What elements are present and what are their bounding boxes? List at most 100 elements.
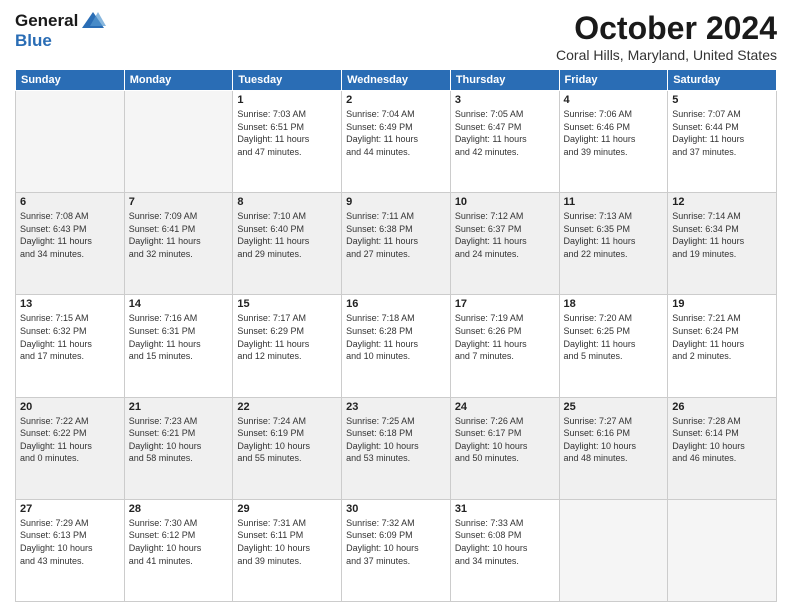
weekday-header: Saturday [668, 70, 777, 91]
day-info: Sunrise: 7:03 AMSunset: 6:51 PMDaylight:… [237, 108, 337, 158]
day-number: 9 [346, 196, 446, 208]
calendar-week-row: 20 Sunrise: 7:22 AMSunset: 6:22 PMDayligh… [16, 397, 777, 499]
day-number: 23 [346, 401, 446, 413]
calendar-cell: 21 Sunrise: 7:23 AMSunset: 6:21 PMDayligh… [124, 397, 233, 499]
day-info: Sunrise: 7:05 AMSunset: 6:47 PMDaylight:… [455, 108, 555, 158]
calendar-cell [668, 499, 777, 601]
calendar-cell: 12Sunrise: 7:14 AMSunset: 6:34 PMDayligh… [668, 193, 777, 295]
day-info: Sunrise: 7:27 AMSunset: 6:16 PMDaylight:… [564, 415, 664, 465]
calendar-cell: 30Sunrise: 7:32 AMSunset: 6:09 PMDayligh… [342, 499, 451, 601]
day-info: Sunrise: 7:20 AMSunset: 6:25 PMDaylight:… [564, 312, 664, 362]
day-info: Sunrise: 7:24 AMSunset: 6:19 PMDaylight:… [237, 415, 337, 465]
day-number: 10 [455, 196, 555, 208]
day-info: Sunrise: 7:22 AMSunset: 6:22 PMDaylight:… [20, 415, 120, 465]
day-number: 29 [237, 503, 337, 515]
day-info: Sunrise: 7:19 AMSunset: 6:26 PMDaylight:… [455, 312, 555, 362]
calendar-cell: 4 Sunrise: 7:06 AMSunset: 6:46 PMDaylight… [559, 91, 668, 193]
calendar-week-row: 27 Sunrise: 7:29 AMSunset: 6:13 PMDayligh… [16, 499, 777, 601]
month-title: October 2024 [556, 10, 777, 47]
calendar-cell: 24 Sunrise: 7:26 AMSunset: 6:17 PMDayligh… [450, 397, 559, 499]
calendar-cell: 23 Sunrise: 7:25 AMSunset: 6:18 PMDayligh… [342, 397, 451, 499]
day-info: Sunrise: 7:08 AMSunset: 6:43 PMDaylight:… [20, 210, 120, 260]
location: Coral Hills, Maryland, United States [556, 47, 777, 63]
weekday-header: Tuesday [233, 70, 342, 91]
day-number: 5 [672, 94, 772, 106]
day-number: 25 [564, 401, 664, 413]
day-number: 15 [237, 298, 337, 310]
day-number: 24 [455, 401, 555, 413]
day-number: 18 [564, 298, 664, 310]
calendar-cell: 2 Sunrise: 7:04 AMSunset: 6:49 PMDaylight… [342, 91, 451, 193]
calendar-cell [124, 91, 233, 193]
weekday-header: Friday [559, 70, 668, 91]
day-number: 27 [20, 503, 120, 515]
day-number: 17 [455, 298, 555, 310]
calendar-cell: 3 Sunrise: 7:05 AMSunset: 6:47 PMDaylight… [450, 91, 559, 193]
day-info: Sunrise: 7:13 AMSunset: 6:35 PMDaylight:… [564, 210, 664, 260]
day-number: 26 [672, 401, 772, 413]
day-number: 16 [346, 298, 446, 310]
day-number: 20 [20, 401, 120, 413]
calendar-cell: 6Sunrise: 7:08 AMSunset: 6:43 PMDaylight… [16, 193, 125, 295]
calendar-week-row: 13Sunrise: 7:15 AMSunset: 6:32 PMDayligh… [16, 295, 777, 397]
logo-blue: Blue [15, 32, 106, 51]
day-number: 3 [455, 94, 555, 106]
weekday-header: Thursday [450, 70, 559, 91]
day-number: 21 [129, 401, 229, 413]
calendar-cell: 18 Sunrise: 7:20 AMSunset: 6:25 PMDayligh… [559, 295, 668, 397]
calendar-cell: 16 Sunrise: 7:18 AMSunset: 6:28 PMDayligh… [342, 295, 451, 397]
logo: General Blue [15, 10, 106, 51]
day-number: 11 [564, 196, 664, 208]
calendar-cell: 10 Sunrise: 7:12 AMSunset: 6:37 PMDayligh… [450, 193, 559, 295]
day-number: 31 [455, 503, 555, 515]
calendar-cell: 15 Sunrise: 7:17 AMSunset: 6:29 PMDayligh… [233, 295, 342, 397]
page: General Blue October 2024 Coral Hills, M… [0, 0, 792, 612]
day-info: Sunrise: 7:25 AMSunset: 6:18 PMDaylight:… [346, 415, 446, 465]
day-number: 1 [237, 94, 337, 106]
calendar-cell [16, 91, 125, 193]
calendar-cell: 26Sunrise: 7:28 AMSunset: 6:14 PMDayligh… [668, 397, 777, 499]
logo-icon [80, 10, 106, 32]
calendar-cell: 22 Sunrise: 7:24 AMSunset: 6:19 PMDayligh… [233, 397, 342, 499]
calendar-cell: 17 Sunrise: 7:19 AMSunset: 6:26 PMDayligh… [450, 295, 559, 397]
calendar-cell: 5 Sunrise: 7:07 AMSunset: 6:44 PMDaylight… [668, 91, 777, 193]
day-number: 12 [672, 196, 772, 208]
day-info: Sunrise: 7:17 AMSunset: 6:29 PMDaylight:… [237, 312, 337, 362]
calendar-cell: 14 Sunrise: 7:16 AMSunset: 6:31 PMDayligh… [124, 295, 233, 397]
calendar-week-row: 6Sunrise: 7:08 AMSunset: 6:43 PMDaylight… [16, 193, 777, 295]
day-number: 30 [346, 503, 446, 515]
calendar-cell: 9Sunrise: 7:11 AMSunset: 6:38 PMDaylight… [342, 193, 451, 295]
day-number: 8 [237, 196, 337, 208]
day-number: 13 [20, 298, 120, 310]
day-number: 28 [129, 503, 229, 515]
day-info: Sunrise: 7:26 AMSunset: 6:17 PMDaylight:… [455, 415, 555, 465]
day-number: 7 [129, 196, 229, 208]
day-info: Sunrise: 7:06 AMSunset: 6:46 PMDaylight:… [564, 108, 664, 158]
header-row: SundayMondayTuesdayWednesdayThursdayFrid… [16, 70, 777, 91]
weekday-header: Wednesday [342, 70, 451, 91]
weekday-header: Sunday [16, 70, 125, 91]
calendar-cell [559, 499, 668, 601]
day-number: 22 [237, 401, 337, 413]
day-info: Sunrise: 7:07 AMSunset: 6:44 PMDaylight:… [672, 108, 772, 158]
day-number: 14 [129, 298, 229, 310]
day-info: Sunrise: 7:04 AMSunset: 6:49 PMDaylight:… [346, 108, 446, 158]
calendar-table: SundayMondayTuesdayWednesdayThursdayFrid… [15, 69, 777, 602]
day-number: 2 [346, 94, 446, 106]
day-info: Sunrise: 7:16 AMSunset: 6:31 PMDaylight:… [129, 312, 229, 362]
day-info: Sunrise: 7:18 AMSunset: 6:28 PMDaylight:… [346, 312, 446, 362]
day-info: Sunrise: 7:09 AMSunset: 6:41 PMDaylight:… [129, 210, 229, 260]
day-info: Sunrise: 7:12 AMSunset: 6:37 PMDaylight:… [455, 210, 555, 260]
calendar-cell: 1 Sunrise: 7:03 AMSunset: 6:51 PMDaylight… [233, 91, 342, 193]
day-number: 4 [564, 94, 664, 106]
calendar-cell: 27 Sunrise: 7:29 AMSunset: 6:13 PMDayligh… [16, 499, 125, 601]
day-number: 19 [672, 298, 772, 310]
day-info: Sunrise: 7:29 AMSunset: 6:13 PMDaylight:… [20, 517, 120, 567]
day-info: Sunrise: 7:21 AMSunset: 6:24 PMDaylight:… [672, 312, 772, 362]
calendar-cell: 31Sunrise: 7:33 AMSunset: 6:08 PMDayligh… [450, 499, 559, 601]
day-info: Sunrise: 7:10 AMSunset: 6:40 PMDaylight:… [237, 210, 337, 260]
day-info: Sunrise: 7:23 AMSunset: 6:21 PMDaylight:… [129, 415, 229, 465]
calendar-week-row: 1 Sunrise: 7:03 AMSunset: 6:51 PMDaylight… [16, 91, 777, 193]
header: General Blue October 2024 Coral Hills, M… [15, 10, 777, 63]
calendar-cell: 8 Sunrise: 7:10 AMSunset: 6:40 PMDaylight… [233, 193, 342, 295]
